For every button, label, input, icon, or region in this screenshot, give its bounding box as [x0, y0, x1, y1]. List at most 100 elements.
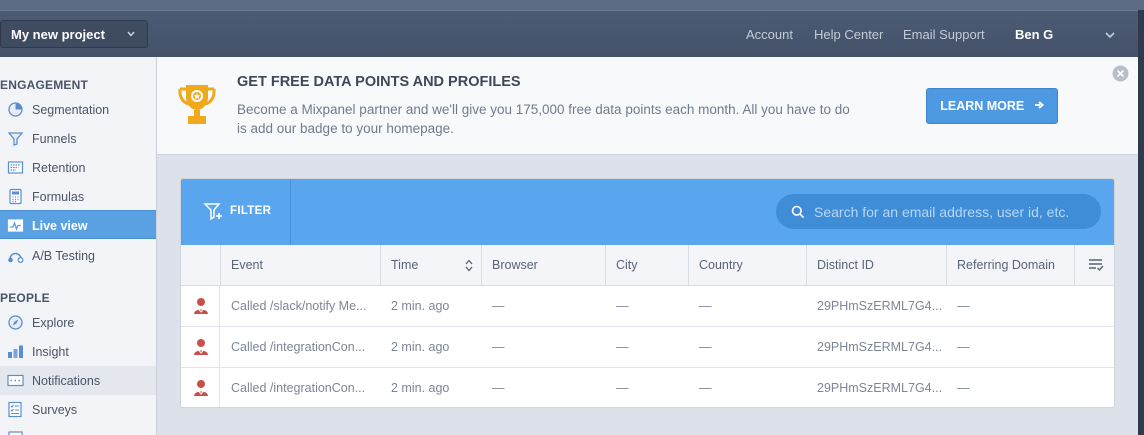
column-header-label: Event	[231, 258, 263, 272]
search-box[interactable]	[776, 194, 1101, 229]
column-options-icon	[1089, 259, 1104, 272]
sidebar-item-live-view[interactable]: Live view	[0, 210, 156, 239]
sidebar-item-notifications[interactable]: Notifications	[0, 366, 156, 395]
sidebar-item-label: Funnels	[32, 132, 77, 146]
column-options-button[interactable]	[1074, 245, 1114, 286]
top-strip	[0, 0, 1144, 10]
chevron-down-icon	[127, 31, 135, 37]
column-header-country[interactable]: Country	[688, 245, 806, 286]
user-avatar-icon	[194, 298, 208, 314]
filter-button[interactable]: FILTER	[181, 179, 291, 245]
country-cell: —	[699, 381, 712, 395]
table-row[interactable]: Called /slack/notify Me... 2 min. ago — …	[181, 286, 1114, 327]
event-cell: Called /integrationCon...	[231, 381, 366, 395]
retention-grid-icon	[7, 161, 24, 174]
country-cell: —	[699, 299, 712, 313]
column-header-label: Distinct ID	[817, 258, 874, 272]
country-cell: —	[699, 340, 712, 354]
column-header-label: Browser	[492, 258, 538, 272]
funnel-icon	[7, 132, 24, 146]
referring-domain-cell: —	[957, 381, 970, 395]
learn-more-label: LEARN MORE	[940, 99, 1025, 113]
project-selector[interactable]: My new project	[0, 20, 148, 48]
survey-icon	[8, 401, 22, 418]
top-header: My new project Account Help Center Email…	[0, 10, 1138, 57]
column-header-label: Time	[391, 258, 419, 272]
sidebar-item-segmentation[interactable]: Segmentation	[0, 95, 156, 124]
sort-icon[interactable]	[465, 259, 473, 272]
partner-banner: GET FREE DATA POINTS AND PROFILES Become…	[157, 57, 1138, 155]
sidebar-section-people: PEOPLE	[0, 291, 50, 305]
distinct-id-cell: 29PHmSzERML7G4...	[817, 340, 943, 354]
search-input[interactable]	[814, 201, 1094, 222]
sidebar-item-label: Formulas	[32, 190, 85, 204]
column-header-city[interactable]: City	[605, 245, 688, 286]
distinct-id-cell: 29PHmSzERML7G4...	[817, 299, 943, 313]
right-edge-bar	[1138, 10, 1144, 435]
sidebar-item-retention[interactable]: Retention	[0, 153, 156, 182]
banner-title: GET FREE DATA POINTS AND PROFILES	[237, 74, 521, 90]
city-cell: —	[616, 340, 629, 354]
help-center-link[interactable]: Help Center	[814, 27, 883, 42]
table-header: Event Time Browser City Country Distinct…	[181, 245, 1114, 286]
avatar-cell	[181, 327, 220, 367]
sidebar-item-surveys[interactable]: Surveys	[0, 395, 156, 424]
arrow-right-icon	[1034, 101, 1044, 109]
sidebar-item-label: Notifications	[32, 374, 101, 388]
referring-domain-cell: —	[957, 299, 970, 313]
sidebar: ENGAGEMENT Segmentation Funnels Retentio…	[0, 57, 157, 435]
email-support-link[interactable]: Email Support	[903, 27, 985, 42]
time-cell: 2 min. ago	[391, 381, 450, 395]
live-view-panel: FILTER Event Time Browser City Country D…	[180, 178, 1115, 408]
pie-chart-icon	[8, 102, 23, 117]
distinct-id-cell: 29PHmSzERML7G4...	[817, 381, 943, 395]
browser-cell: —	[492, 381, 505, 395]
city-cell: —	[616, 381, 629, 395]
trophy-icon	[178, 85, 216, 124]
partial-menu-icon	[8, 431, 23, 435]
user-avatar-icon	[194, 339, 208, 355]
user-name[interactable]: Ben G	[1015, 27, 1053, 42]
time-cell: 2 min. ago	[391, 340, 450, 354]
column-header-browser[interactable]: Browser	[481, 245, 605, 286]
sidebar-item-label: Live view	[32, 219, 88, 233]
sidebar-item-label: Segmentation	[32, 103, 110, 117]
notifications-icon	[7, 374, 24, 387]
sidebar-item-funnels[interactable]: Funnels	[0, 124, 156, 153]
learn-more-button[interactable]: LEARN MORE	[926, 88, 1058, 124]
sidebar-item-explore[interactable]: Explore	[0, 308, 156, 337]
column-header-event[interactable]: Event	[220, 245, 380, 286]
live-view-icon	[7, 219, 24, 232]
column-header-label: Referring Domain	[957, 258, 1055, 272]
sidebar-item-label: Retention	[32, 161, 86, 175]
calculator-icon	[9, 188, 22, 205]
sidebar-section-engagement: ENGAGEMENT	[0, 78, 89, 92]
filter-label: FILTER	[230, 205, 272, 217]
insight-bars-icon	[8, 345, 23, 358]
banner-text: Become a Mixpanel partner and we'll give…	[237, 102, 850, 136]
sidebar-item-formulas[interactable]: Formulas	[0, 182, 156, 211]
sidebar-item-label: Insight	[32, 345, 69, 359]
browser-cell: —	[492, 299, 505, 313]
sidebar-item-partial[interactable]	[0, 424, 156, 435]
sidebar-item-ab-testing[interactable]: A/B Testing	[0, 241, 156, 270]
user-avatar-icon	[194, 380, 208, 396]
column-header-label: Country	[699, 258, 743, 272]
account-link[interactable]: Account	[746, 27, 793, 42]
event-cell: Called /integrationCon...	[231, 340, 366, 354]
user-menu-chevron-icon[interactable]	[1105, 31, 1115, 39]
column-header-time[interactable]: Time	[380, 245, 481, 286]
close-icon[interactable]	[1112, 65, 1129, 82]
explore-icon	[8, 315, 23, 330]
city-cell: —	[616, 299, 629, 313]
event-cell: Called /slack/notify Me...	[231, 299, 367, 313]
column-header-distinct-id[interactable]: Distinct ID	[806, 245, 946, 286]
column-header-referring-domain[interactable]: Referring Domain	[946, 245, 1074, 286]
table-row[interactable]: Called /integrationCon... 2 min. ago — —…	[181, 368, 1114, 407]
filter-add-icon	[203, 203, 222, 221]
sidebar-item-label: A/B Testing	[32, 249, 96, 263]
sidebar-item-insight[interactable]: Insight	[0, 337, 156, 366]
live-view-toolbar: FILTER	[181, 179, 1114, 245]
table-row[interactable]: Called /integrationCon... 2 min. ago — —…	[181, 327, 1114, 368]
time-cell: 2 min. ago	[391, 299, 450, 313]
